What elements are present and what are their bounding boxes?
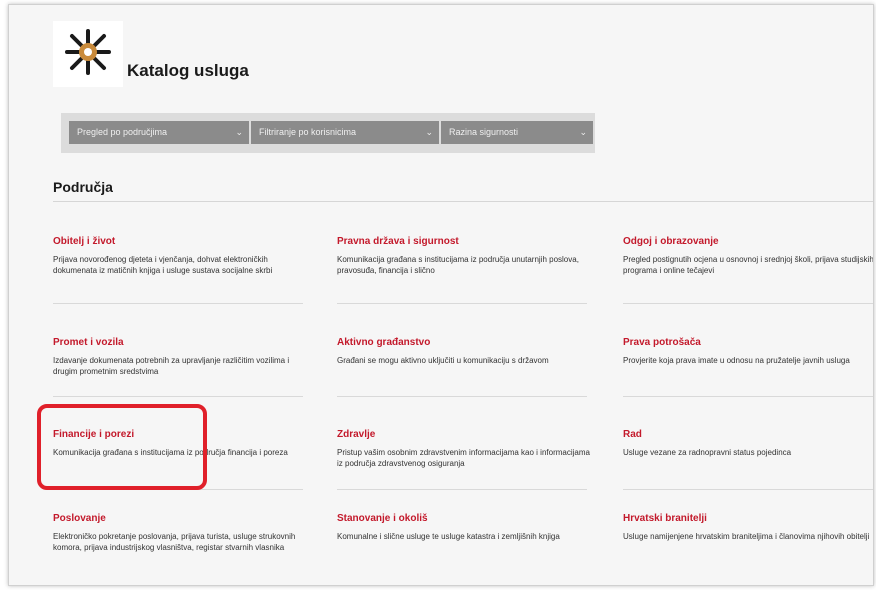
category-card-pravna-drzava: Pravna država i sigurnost Komunikacija g… [337, 236, 597, 276]
category-link[interactable]: Aktivno građanstvo [337, 337, 597, 348]
category-description: Provjerite koja prava imate u odnosu na … [623, 356, 850, 365]
category-card-stanovanje: Stanovanje i okoliš Komunalne i slične u… [337, 513, 597, 542]
category-description: Prijava novorođenog djeteta i vjenčanja,… [53, 255, 273, 275]
page-title: Katalog usluga [127, 61, 249, 80]
filter-by-area-dropdown[interactable]: Pregled po područjima ⌄ [69, 121, 249, 144]
category-description: Komunikacija građana s institucijama iz … [337, 255, 579, 275]
chevron-down-icon: ⌄ [425, 127, 433, 137]
divider [53, 303, 303, 304]
category-link[interactable]: Promet i vozila [53, 337, 313, 348]
category-card-obitelj: Obitelj i život Prijava novorođenog djet… [53, 236, 313, 276]
highlight-annotation [37, 404, 207, 490]
divider [623, 303, 873, 304]
category-link[interactable]: Obitelj i život [53, 236, 313, 247]
category-description: Usluge namijenjene hrvatskim braniteljim… [623, 532, 870, 541]
logo[interactable] [53, 21, 123, 87]
category-link[interactable]: Pravna država i sigurnost [337, 236, 597, 247]
category-link[interactable]: Hrvatski branitelji [623, 513, 873, 524]
divider [53, 201, 873, 202]
category-description: Usluge vezane za radnopravni status poje… [623, 448, 792, 457]
filter-bar: Pregled po područjima ⌄ Filtriranje po k… [61, 113, 595, 153]
category-card-promet: Promet i vozila Izdavanje dokumenata pot… [53, 337, 313, 377]
filter-label: Filtriranje po korisnicima [259, 127, 357, 137]
category-link[interactable]: Rad [623, 429, 873, 440]
divider [337, 396, 587, 397]
category-link[interactable]: Prava potrošača [623, 337, 873, 348]
filter-label: Pregled po područjima [77, 127, 168, 137]
filter-label: Razina sigurnosti [449, 127, 519, 137]
category-description: Elektroničko pokretanje poslovanja, prij… [53, 532, 296, 552]
gov-logo-icon [65, 29, 111, 75]
category-card-aktivno-gradanstvo: Aktivno građanstvo Građani se mogu aktiv… [337, 337, 597, 366]
chevron-down-icon: ⌄ [579, 127, 587, 137]
security-level-dropdown[interactable]: Razina sigurnosti ⌄ [441, 121, 593, 144]
category-card-poslovanje: Poslovanje Elektroničko pokretanje poslo… [53, 513, 313, 553]
page-frame: Katalog usluga Pregled po područjima ⌄ F… [8, 4, 874, 586]
category-description: Izdavanje dokumenata potrebnih za upravl… [53, 356, 290, 376]
filter-by-users-dropdown[interactable]: Filtriranje po korisnicima ⌄ [251, 121, 439, 144]
section-heading: Područja [53, 179, 113, 195]
category-link[interactable]: Poslovanje [53, 513, 313, 524]
category-card-odgoj: Odgoj i obrazovanje Pregled postignutih … [623, 236, 874, 276]
category-link[interactable]: Odgoj i obrazovanje [623, 236, 873, 247]
category-description: Komunalne i slične usluge te usluge kata… [337, 532, 560, 541]
divider [337, 489, 587, 490]
category-link[interactable]: Stanovanje i okoliš [337, 513, 597, 524]
divider [623, 489, 873, 490]
category-card-rad: Rad Usluge vezane za radnopravni status … [623, 429, 873, 458]
category-description: Pristup vašim osobnim zdravstvenim infor… [337, 448, 590, 468]
category-card-prava-potrosaca: Prava potrošača Provjerite koja prava im… [623, 337, 873, 366]
category-link[interactable]: Zdravlje [337, 429, 597, 440]
category-description: Pregled postignutih ocjena u osnovnoj i … [623, 255, 874, 275]
category-card-hrvatski-branitelji: Hrvatski branitelji Usluge namijenjene h… [623, 513, 873, 542]
divider [53, 396, 303, 397]
chevron-down-icon: ⌄ [235, 127, 243, 137]
divider [337, 303, 587, 304]
category-description: Građani se mogu aktivno uključiti u komu… [337, 356, 549, 365]
divider [623, 396, 873, 397]
category-card-zdravlje: Zdravlje Pristup vašim osobnim zdravstve… [337, 429, 597, 469]
